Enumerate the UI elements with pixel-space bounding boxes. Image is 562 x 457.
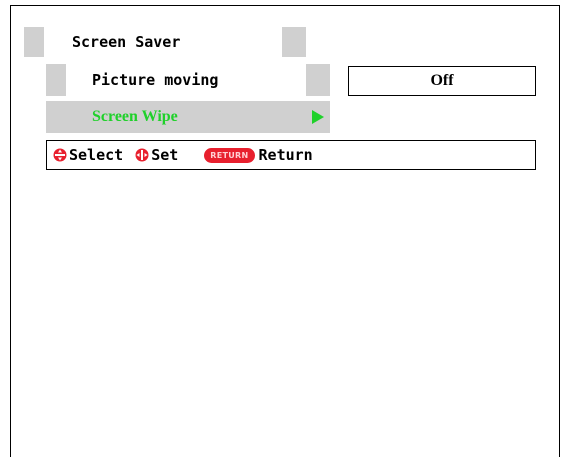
menu-title: Screen Saver bbox=[44, 27, 282, 57]
select-joystick-icon bbox=[53, 148, 67, 162]
item-right-cap bbox=[306, 64, 330, 96]
select-label: Select bbox=[69, 146, 124, 164]
set-label: Set bbox=[151, 146, 179, 164]
submenu-arrow-icon[interactable] bbox=[306, 101, 330, 133]
title-right-cap bbox=[282, 27, 306, 57]
help-bar: Select Set RETURN Return bbox=[46, 140, 536, 170]
menu-item-screen-wipe[interactable]: Screen Wipe bbox=[46, 101, 330, 133]
title-left-cap bbox=[24, 27, 44, 57]
return-label: Return bbox=[258, 146, 313, 164]
menu-item-label: Picture moving bbox=[66, 64, 306, 96]
return-button-icon: RETURN bbox=[204, 147, 255, 163]
title-bar: Screen Saver bbox=[24, 27, 306, 57]
set-joystick-icon bbox=[135, 148, 149, 162]
picture-moving-value[interactable]: Off bbox=[348, 66, 536, 96]
item-left-cap bbox=[46, 64, 66, 96]
menu-item-label: Screen Wipe bbox=[66, 101, 306, 133]
item-left-cap bbox=[46, 101, 66, 133]
menu-item-picture-moving[interactable]: Picture moving bbox=[46, 64, 330, 96]
